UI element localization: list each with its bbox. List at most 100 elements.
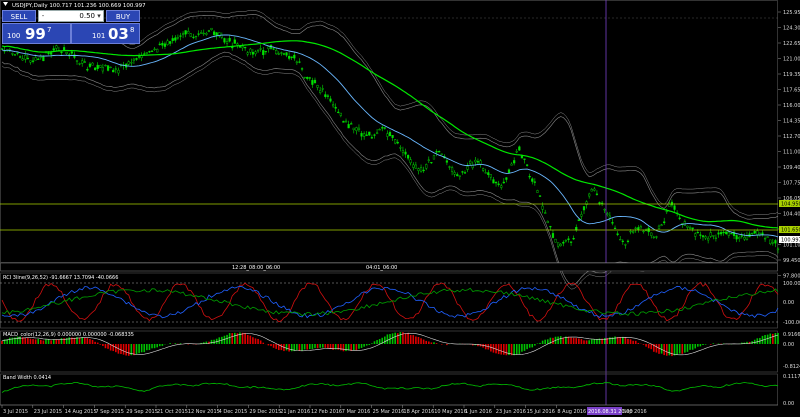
- macd-histogram-bar: [663, 344, 665, 356]
- candle-body: [158, 43, 161, 45]
- macd-histogram-bar: [578, 338, 580, 344]
- sell-button[interactable]: SELL: [2, 10, 36, 22]
- rci-pane[interactable]: [0, 272, 779, 329]
- macd-histogram-bar: [257, 338, 259, 344]
- chart-canvas[interactable]: 125.950 124.300 122.650 121.000 119.350 117.6…: [0, 0, 800, 417]
- candle-body: [337, 111, 340, 114]
- macd-histogram-bar: [140, 344, 143, 353]
- candle-body: [161, 43, 164, 46]
- candle-body: [419, 167, 423, 172]
- candle-body: [228, 38, 231, 42]
- macd-histogram-bar: [231, 333, 234, 344]
- chart-menu-icon[interactable]: [3, 2, 8, 6]
- ask-price-fraction: 8: [130, 26, 135, 34]
- candle-body: [461, 171, 464, 173]
- candle-body: [244, 46, 247, 49]
- candle-body: [458, 175, 461, 177]
- lot-size-field[interactable]: - ▾: [38, 10, 104, 22]
- macd-histogram-bar: [521, 344, 523, 352]
- macd-histogram-bar: [676, 344, 678, 355]
- macd-histogram-bar: [89, 338, 91, 344]
- candle-body: [712, 235, 715, 237]
- macd-histogram-bar: [482, 344, 484, 348]
- candle-body: [13, 54, 17, 56]
- candle-body: [668, 204, 671, 207]
- buy-price[interactable]: 101 03 8: [71, 23, 140, 44]
- candle-body: [577, 219, 580, 222]
- macd-histogram-bar: [684, 344, 686, 353]
- candle-body: [629, 231, 632, 233]
- candle-body: [678, 217, 681, 219]
- macd-histogram-bar: [435, 343, 438, 344]
- candle-body: [277, 53, 280, 55]
- candle-body: [544, 212, 547, 214]
- candle-body: [241, 46, 244, 49]
- macd-histogram-bar: [174, 343, 177, 344]
- price-tick-label: 114.350: [783, 119, 800, 125]
- candle-body: [187, 31, 190, 34]
- candle-body: [513, 160, 516, 164]
- candle-body: [350, 123, 353, 125]
- sell-price[interactable]: 100 99 7: [2, 23, 71, 44]
- candle-body: [370, 137, 373, 139]
- macd-histogram-bar: [386, 334, 389, 344]
- one-click-trading-panel: SELL - ▾ BUY 100 99 7 101 03 8: [2, 10, 140, 44]
- macd-histogram-bar: [681, 344, 684, 354]
- macd-histogram-bar: [122, 344, 125, 355]
- macd-histogram-bar: [404, 333, 407, 344]
- macd-histogram-bar: [210, 339, 213, 344]
- macd-histogram-bar: [127, 344, 130, 356]
- buy-button[interactable]: BUY: [106, 10, 140, 22]
- candle-body: [456, 174, 459, 177]
- candle-body: [427, 159, 430, 161]
- time-tick-label: 3 Jul 2015: [3, 409, 28, 415]
- macd-histogram-bar: [588, 340, 590, 344]
- candle-body: [738, 237, 741, 239]
- candle-body: [546, 220, 549, 224]
- macd-histogram-bar: [704, 344, 707, 345]
- lot-size-input[interactable]: [47, 11, 95, 21]
- candle-body: [225, 41, 229, 44]
- candle-body: [626, 240, 630, 243]
- macd-histogram-bar: [570, 337, 572, 344]
- time-tick-label: 29 Sep 2015: [126, 409, 158, 415]
- candle-body: [717, 232, 720, 235]
- candle-body: [688, 227, 692, 229]
- macd-histogram-bar: [756, 338, 759, 344]
- macd-histogram-bar: [686, 344, 689, 352]
- macd-histogram-bar: [415, 336, 417, 344]
- candle-body: [171, 38, 174, 41]
- price-tick-label: 117.650: [783, 88, 800, 94]
- macd-histogram-bar: [29, 338, 32, 344]
- candle-body: [440, 153, 443, 155]
- price-tick-label: 109.400: [783, 165, 800, 171]
- lot-decrease-icon[interactable]: -: [39, 11, 47, 21]
- candle-body: [181, 33, 185, 35]
- macd-histogram-bar: [572, 337, 575, 344]
- candle-body: [637, 227, 640, 230]
- candle-body: [414, 164, 417, 169]
- macd-histogram-bar: [709, 344, 712, 345]
- macd-histogram-bar: [523, 344, 526, 351]
- macd-histogram-bar: [580, 339, 583, 344]
- macd-histogram-bar: [655, 344, 658, 353]
- time-tick-label: 15 Jul 2016: [527, 409, 555, 415]
- macd-histogram-bar: [368, 344, 371, 346]
- candle-body: [26, 57, 29, 60]
- macd-histogram-bar: [314, 344, 316, 349]
- candle-body: [145, 52, 148, 54]
- macd-histogram-bar: [78, 337, 81, 344]
- time-annotation-left: 12:28_08:00_06:00: [232, 265, 280, 271]
- macd-histogram-bar: [156, 344, 158, 348]
- candle-body: [554, 238, 557, 243]
- candle-body: [399, 147, 402, 149]
- band-width-pane[interactable]: [0, 373, 779, 406]
- macd-histogram-bar: [244, 332, 246, 344]
- macd-histogram-bar: [151, 344, 153, 349]
- macd-histogram-bar: [285, 344, 288, 351]
- lot-increase-icon[interactable]: ▾: [95, 11, 103, 21]
- time-tick-label: 12 Feb 2016: [311, 409, 342, 415]
- candle-body: [655, 236, 658, 238]
- candle-body: [288, 56, 291, 59]
- macd-histogram-bar: [327, 344, 329, 349]
